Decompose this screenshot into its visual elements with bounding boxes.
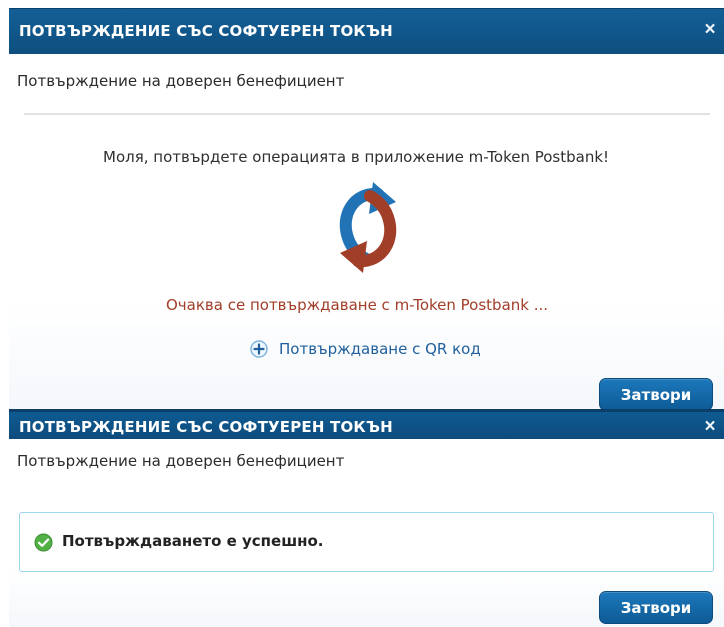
success-message-box: Потвърждаването е успешно. <box>19 512 714 572</box>
dialog-title: ПОТВЪРЖДЕНИЕ СЪС СОФТУЕРЕН ТОКЪН <box>19 22 393 40</box>
confirmation-prompt: Моля, потвърдете операцията в приложение… <box>103 148 610 166</box>
dialog-content: Потвърждение на доверен бенефициент Потв… <box>9 439 724 627</box>
plus-circle-icon <box>248 338 270 360</box>
close-button[interactable]: Затвори <box>599 378 713 410</box>
dialog-title: ПОТВЪРЖДЕНИЕ СЪС СОФТУЕРЕН ТОКЪН <box>19 418 393 436</box>
content-divider <box>24 113 710 115</box>
close-button[interactable]: Затвори <box>599 591 713 624</box>
dialog-header: ПОТВЪРЖДЕНИЕ СЪС СОФТУЕРЕН ТОКЪН × <box>9 409 724 439</box>
success-message: Потвърждаването е успешно. <box>62 532 324 550</box>
dialog-content: Потвърждение на доверен бенефициент Моля… <box>9 54 724 410</box>
success-check-icon <box>34 533 53 552</box>
dialog-subtitle: Потвърждение на доверен бенефициент <box>17 452 345 470</box>
waiting-status: Очаква се потвърждаване с m-Token Postba… <box>166 296 549 314</box>
qr-link-label: Потвърждаване с QR код <box>279 340 481 358</box>
close-dialog-button[interactable]: × <box>702 417 718 436</box>
software-token-dialog-pending: ПОТВЪРЖДЕНИЕ СЪС СОФТУЕРЕН ТОКЪН × Потвъ… <box>9 8 724 410</box>
close-dialog-button[interactable]: × <box>702 20 718 39</box>
dialog-header: ПОТВЪРЖДЕНИЕ СЪС СОФТУЕРЕН ТОКЪН × <box>9 8 724 54</box>
qr-confirmation-link[interactable]: Потвърждаване с QR код <box>248 337 481 361</box>
dialog-subtitle: Потвърждение на доверен бенефициент <box>17 72 345 90</box>
sync-icon <box>339 182 397 273</box>
software-token-dialog-success: ПОТВЪРЖДЕНИЕ СЪС СОФТУЕРЕН ТОКЪН × Потвъ… <box>9 409 724 627</box>
